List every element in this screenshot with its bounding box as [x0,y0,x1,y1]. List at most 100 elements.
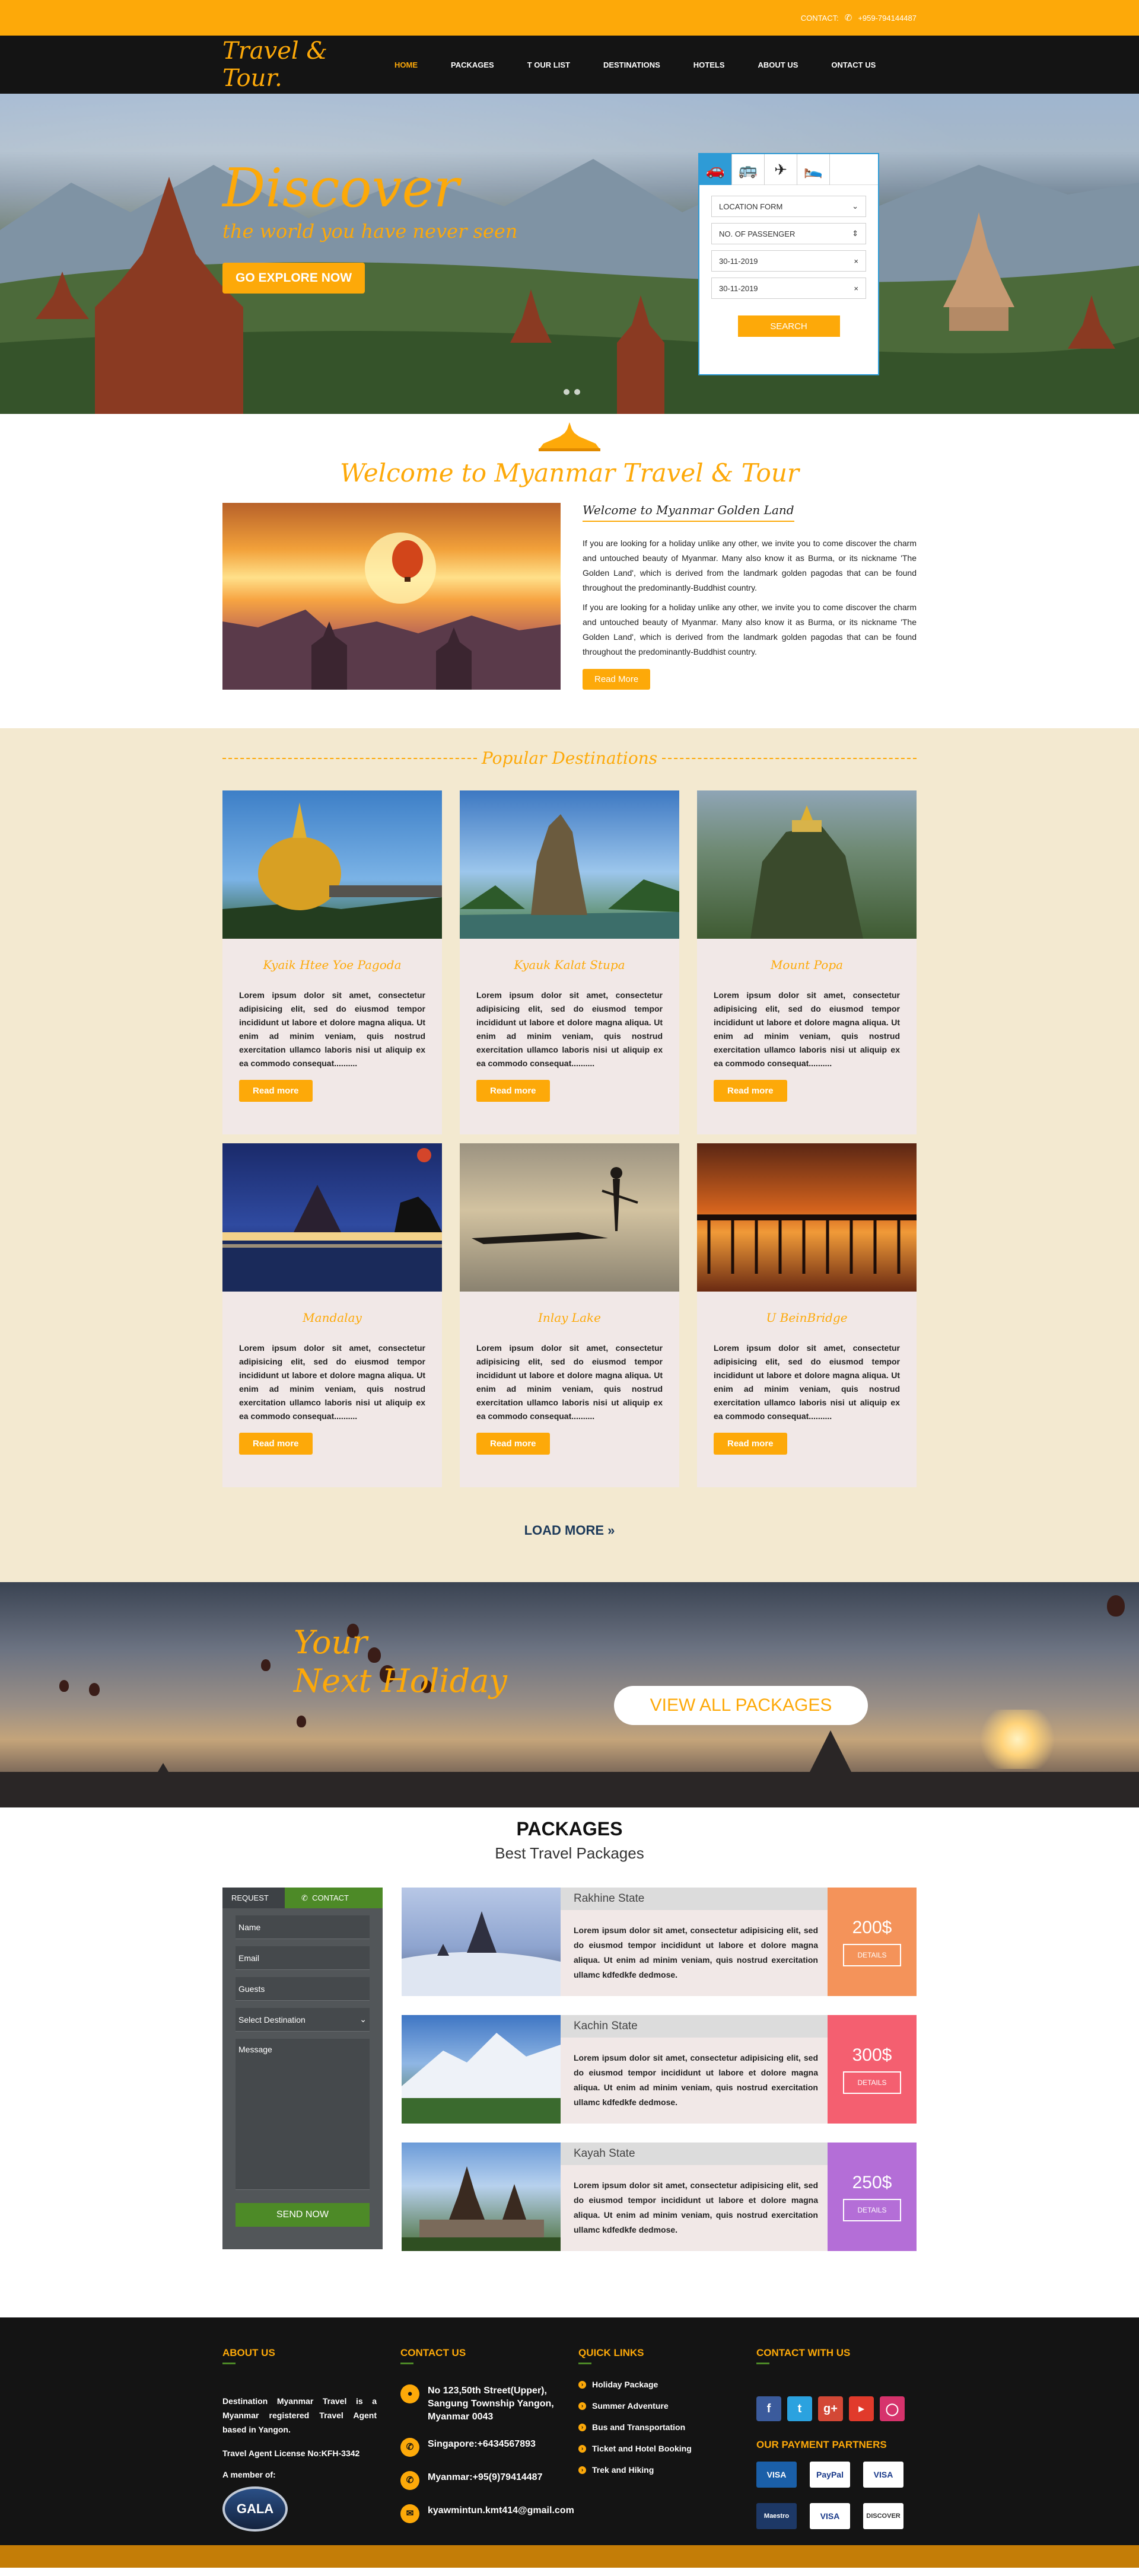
destination-title: Inlay Lake [538,1311,601,1325]
nav-destinations[interactable]: DESTINATIONS [603,60,660,69]
contact-myanmar[interactable]: Myanmar:+95(9)79414487 [428,2471,542,2484]
destination-title: Mandalay [303,1311,362,1325]
read-more-button[interactable]: Read more [476,1433,550,1455]
balloon-sunrise-image [222,503,561,690]
quick-link[interactable]: › Holiday Package [578,2380,692,2389]
chevron-down-icon: ⌄ [852,202,858,211]
date-to-field[interactable]: 30-11-2019 × [711,278,866,299]
bus-icon[interactable]: 🚌 [732,154,765,185]
phone-icon: ✆ [844,13,852,23]
pagoda-crown-icon [539,422,600,451]
read-more-button[interactable]: Read more [476,1080,550,1102]
slider-dot[interactable] [564,389,570,395]
welcome-subtitle: Welcome to Myanmar Golden Land [583,503,794,522]
arrow-right-icon: › [578,2402,586,2410]
message-field[interactable]: Message [236,2039,370,2190]
details-button[interactable]: DETAILS [843,1943,901,1966]
destination-select[interactable]: Select Destination ⌄ [236,2008,370,2032]
holiday-line-2: Next Holiday [294,1662,507,1700]
packages-subtitle: Best Travel Packages [495,1844,644,1862]
twitter-icon[interactable]: t [787,2396,812,2421]
payment-partners-heading: OUR PAYMENT PARTNERS [756,2439,887,2450]
plane-icon[interactable]: ✈ [765,154,797,185]
welcome-paragraph: If you are looking for a holiday unlike … [583,538,917,592]
contact-phone[interactable]: +959-794144487 [858,14,917,23]
quick-link[interactable]: › Summer Adventure [578,2401,692,2411]
site-logo[interactable]: Travel & Tour. [222,37,394,92]
clear-icon[interactable]: × [854,284,858,293]
quick-link[interactable]: › Trek and Hiking [578,2465,692,2475]
view-all-packages-button[interactable]: VIEW ALL PACKAGES [614,1686,868,1725]
name-field[interactable]: Name [236,1915,370,1939]
phone-icon: ✆ [400,2438,419,2457]
nav-packages[interactable]: PACKAGES [451,60,494,69]
hero-banner: Discover the world you have never seen G… [0,94,1139,414]
explore-button[interactable]: GO EXPLORE NOW [222,263,365,294]
read-more-button[interactable]: Read More [583,669,651,690]
package-title: Kayah State [561,2143,828,2165]
google-plus-icon[interactable]: g+ [818,2396,843,2421]
mandalay-image [222,1143,442,1292]
nav-contact[interactable]: ONTACT US [831,60,876,69]
quick-link[interactable]: › Ticket and Hotel Booking [578,2444,692,2453]
facebook-icon[interactable]: f [756,2396,781,2421]
read-more-button[interactable]: Read more [239,1080,313,1102]
package-price: 250$ [852,2172,892,2192]
nav-home[interactable]: HOME [394,60,418,69]
read-more-button[interactable]: Read more [714,1080,787,1102]
location-select[interactable]: LOCATION FORM ⌄ [711,196,866,217]
footer-social: CONTACT WITH US f t g+ ▶ ◯ OUR PAYMENT P… [756,2347,905,2529]
instagram-icon[interactable]: ◯ [880,2396,905,2421]
package-price: 300$ [852,2045,892,2065]
bed-icon[interactable]: 🛌 [797,154,830,185]
double-chevron-right-icon: » [607,1523,615,1538]
slider-dots [564,389,580,395]
visa-logo: VISA [810,2503,850,2529]
welcome-paragraph: If you are looking for a holiday unlike … [583,602,917,656]
destination-card: Kyauk Kalat Stupa Lorem ipsum dolor sit … [460,790,679,1134]
clear-icon[interactable]: × [854,257,858,266]
load-more-link[interactable]: LOAD MORE » [0,1523,1139,1538]
about-text: Destination Myanmar Travel is a Myanmar … [222,2396,377,2434]
youtube-icon[interactable]: ▶ [849,2396,874,2421]
destination-card: Mandalay Lorem ipsum dolor sit amet, con… [222,1143,442,1487]
tab-request[interactable]: REQUEST [222,1888,285,1908]
u-bein-bridge-image [697,1143,917,1292]
read-more-button[interactable]: Read more [714,1433,787,1455]
top-bar: CONTACT: ✆ +959-794144487 [0,0,1139,36]
car-icon[interactable]: 🚗 [699,154,732,185]
slider-dot[interactable] [574,389,580,395]
date-from-field[interactable]: 30-11-2019 × [711,250,866,272]
destination-card: U BeinBridge Lorem ipsum dolor sit amet,… [697,1143,917,1487]
tab-contact[interactable]: ✆ CONTACT [285,1888,383,1908]
passenger-stepper[interactable]: NO. OF PASSENGER ⇕ [711,223,866,244]
details-button[interactable]: DETAILS [843,2071,901,2094]
guests-field[interactable]: Guests [236,1977,370,2001]
copyright-bar [0,2545,1139,2568]
search-button[interactable]: SEARCH [737,315,840,337]
golden-rock-image [222,790,442,939]
hero-title: Discover [222,157,459,219]
send-now-button[interactable]: SEND NOW [236,2203,370,2227]
nav-hotels[interactable]: HOTELS [693,60,725,69]
gala-logo[interactable]: GALA [222,2486,288,2532]
nav-about[interactable]: ABOUT US [758,60,798,69]
paypal-logo: PayPal [810,2462,850,2488]
destination-card: Kyaik Htee Yoe Pagoda Lorem ipsum dolor … [222,790,442,1134]
contact-address: No 123,50th Street(Upper), Sangung Towns… [428,2386,554,2422]
destination-description: Lorem ipsum dolor sit amet, consectetur … [476,990,663,1068]
nav-tour-list[interactable]: T OUR LIST [527,60,570,69]
quick-link[interactable]: › Bus and Transportation [578,2422,692,2432]
welcome-title: Welcome to Myanmar Travel & Tour [340,458,799,487]
discover-logo: DISCOVER [863,2503,903,2529]
package-description: Lorem ipsum dolor sit amet, consectetur … [574,2053,818,2107]
read-more-button[interactable]: Read more [239,1433,313,1455]
license-text: Travel Agent License No:KFH-3342 [222,2449,360,2458]
contact-email[interactable]: kyawmintun.kmt414@gmail.com [428,2504,574,2517]
email-field[interactable]: Email [236,1946,370,1970]
contact-singapore[interactable]: Singapore:+6434567893 [428,2438,536,2451]
site-footer: ABOUT US Destination Myanmar Travel is a… [0,2317,1139,2568]
transport-tabs: 🚗 🚌 ✈ 🛌 [699,154,878,185]
details-button[interactable]: DETAILS [843,2198,901,2221]
package-card: Rakhine State Lorem ipsum dolor sit amet… [402,1888,917,1996]
